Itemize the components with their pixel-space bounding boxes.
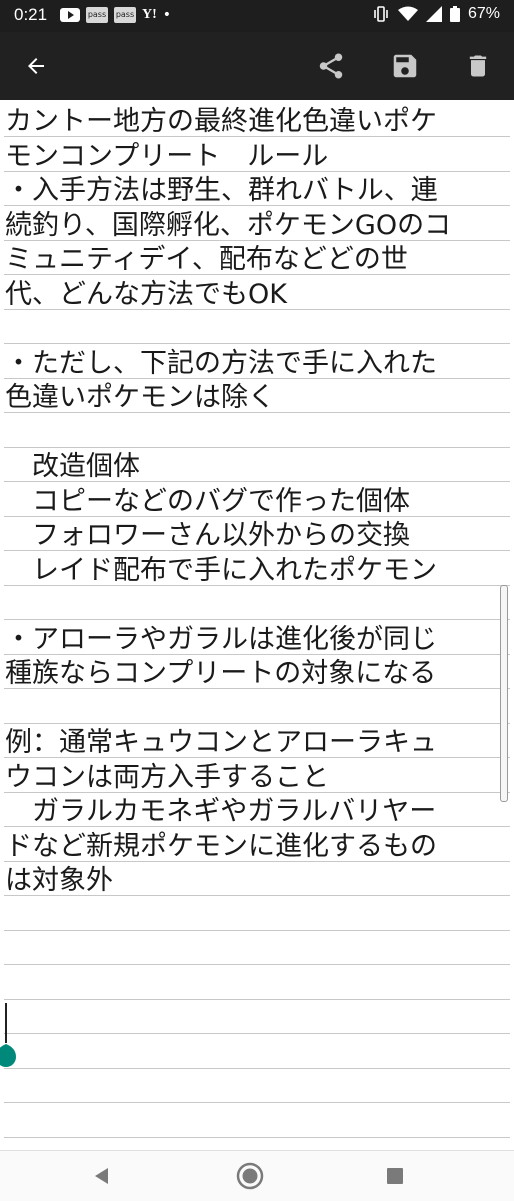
recents-square-icon <box>387 1168 403 1184</box>
memo-text-line: カントー地方の最終進化色違いポケ <box>5 106 437 137</box>
memo-text-line: ・ただし、下記の方法で手に入れた <box>5 347 437 379</box>
memo-text-line: ドなど新規ポケモンに進化するもの <box>5 830 437 862</box>
system-nav-bar <box>0 1150 514 1201</box>
app-toolbar <box>0 32 514 100</box>
ruled-line <box>4 446 510 448</box>
nav-home-button[interactable] <box>234 1160 266 1192</box>
pass-icon: pass <box>114 7 136 23</box>
memo-text-line: ウコンは両方入手すること <box>5 761 329 793</box>
notification-icons: pass pass Y! • <box>60 7 171 23</box>
status-time: 0:21 <box>14 5 48 24</box>
more-notifications-dot: • <box>162 7 172 23</box>
ruled-line <box>4 722 510 724</box>
cursor-handle-icon[interactable] <box>0 1040 18 1068</box>
memo-text-line: ・アローラやガラルは進化後が同じ <box>5 623 437 655</box>
system-status-icons: 67% <box>372 5 500 23</box>
ruled-line <box>4 1067 510 1069</box>
memo-text-line: フォロワーさん以外からの交換 <box>5 520 410 551</box>
home-circle-icon <box>236 1162 264 1190</box>
status-bar: 0:21 pass pass Y! • 67% <box>0 0 514 32</box>
memo-text-line: ガラルカモネギやガラルバリヤー <box>5 796 437 827</box>
trash-icon <box>469 55 487 77</box>
memo-text-line: 例：通常キュウコンとアローラキュ <box>5 727 437 758</box>
memo-text-line: コピーなどのバグで作った個体 <box>5 485 410 517</box>
ruled-line <box>4 619 510 620</box>
memo-text-line: 改造個体 <box>5 451 140 482</box>
ruled-line <box>4 1033 510 1034</box>
battery-icon <box>449 6 460 22</box>
yahoo-icon: Y! <box>142 7 157 22</box>
vibrate-icon <box>374 6 388 22</box>
wifi-icon <box>397 6 418 21</box>
share-icon <box>319 53 343 79</box>
memo-text-line: 代、どんな方法でもOK <box>5 278 287 310</box>
ruled-line <box>4 1136 510 1138</box>
memo-text-line: モンコンプリート ルール <box>5 140 329 172</box>
memo-text-line: ミュニティデイ、配布などどの世 <box>5 244 408 275</box>
save-button[interactable] <box>385 46 425 86</box>
text-cursor <box>5 1003 7 1043</box>
youtube-icon <box>60 8 80 22</box>
nav-recents-button[interactable] <box>379 1160 411 1192</box>
ruled-line <box>4 1102 510 1103</box>
ruled-line <box>4 998 510 1000</box>
ruled-line <box>4 964 510 965</box>
back-button[interactable] <box>16 46 56 86</box>
pass-icon: pass <box>86 7 108 23</box>
memo-text-line: レイド配布で手に入れたポケモン <box>5 554 437 586</box>
back-triangle-icon <box>95 1168 108 1184</box>
memo-editor[interactable]: カントー地方の最終進化色違いポケ モンコンプリート ルール ・入手方法は野生、群れバ… <box>0 100 514 1150</box>
back-arrow-icon <box>28 58 44 74</box>
ruled-line <box>4 343 510 344</box>
ruled-line <box>4 929 510 931</box>
memo-text-line: は対象外 <box>5 865 113 896</box>
share-button[interactable] <box>311 46 351 86</box>
scrollbar-thumb[interactable] <box>500 585 508 802</box>
delete-button[interactable] <box>458 46 498 86</box>
memo-text-line: 続釣り、国際孵化、ポケモンGOのコ <box>5 209 452 241</box>
memo-text-line: 種族ならコンプリートの対象になる <box>5 658 437 689</box>
signal-icon <box>425 6 442 22</box>
nav-back-button[interactable] <box>86 1160 118 1192</box>
save-icon <box>393 54 417 78</box>
memo-text-line: ・入手方法は野生、群れバトル、連 <box>5 175 438 206</box>
battery-percent: 67% <box>467 5 500 22</box>
memo-text-line: 色違いポケモンは除く <box>5 382 275 413</box>
